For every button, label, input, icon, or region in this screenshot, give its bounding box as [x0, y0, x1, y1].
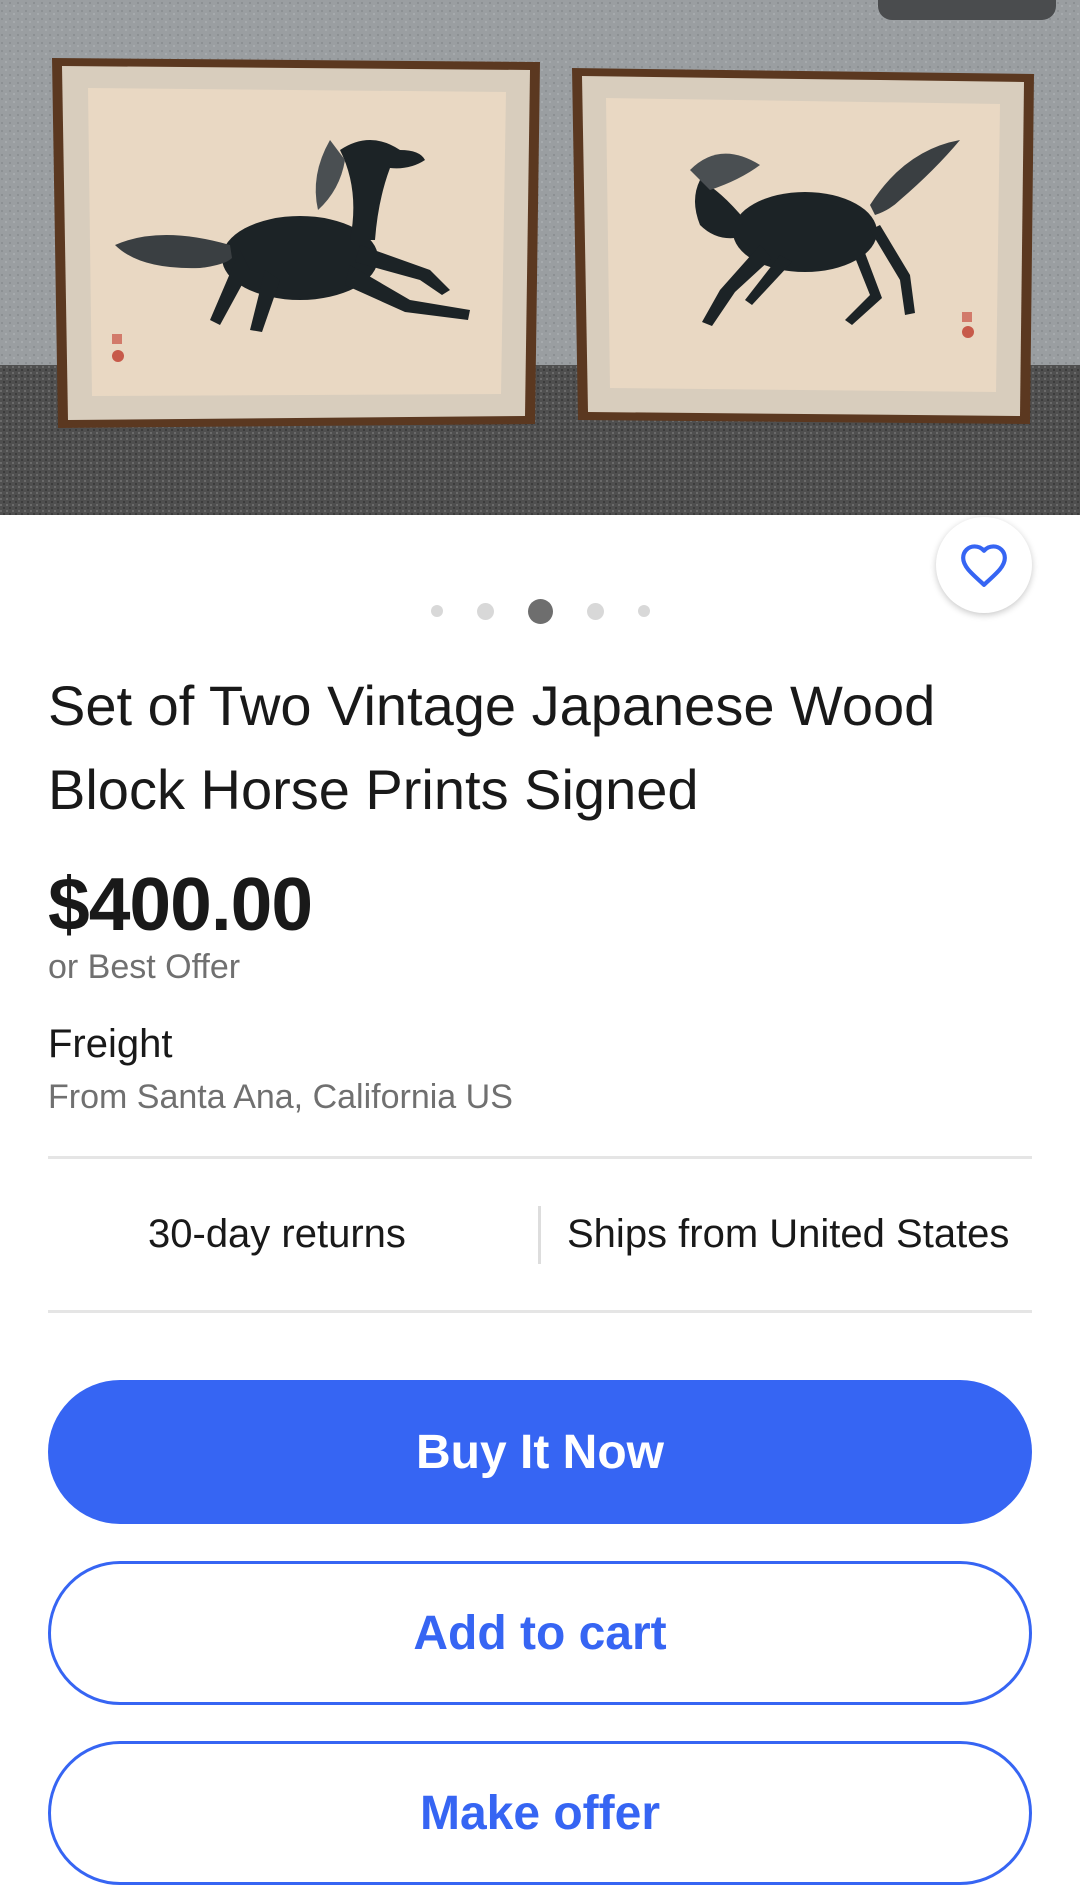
carousel-dot-active[interactable]	[527, 598, 553, 624]
feature-separator	[538, 1206, 541, 1264]
shipping-method: Freight	[48, 1022, 173, 1066]
divider	[48, 1156, 1032, 1159]
listing-price: $400.00	[48, 862, 313, 946]
listing-photo-image	[0, 0, 1080, 515]
add-to-cart-button[interactable]: Add to cart	[48, 1561, 1032, 1705]
carousel-dot[interactable]	[476, 602, 494, 620]
returns-policy: 30-day returns	[148, 1212, 406, 1256]
make-offer-button[interactable]: Make offer	[48, 1741, 1032, 1885]
carousel-dot[interactable]	[637, 605, 650, 617]
carousel-dot[interactable]	[430, 605, 443, 617]
listing-title: Set of Two Vintage Japanese Wood Block H…	[48, 674, 936, 821]
buy-it-now-button[interactable]: Buy It Now	[48, 1380, 1032, 1524]
listing-photo[interactable]	[0, 0, 1080, 515]
heart-icon	[961, 544, 1007, 587]
carousel-dot[interactable]	[586, 602, 604, 620]
photo-overlay-tab	[878, 0, 1056, 20]
image-carousel-indicator	[0, 598, 1080, 624]
best-offer-note: or Best Offer	[48, 948, 241, 986]
shipping-location: From Santa Ana, California US	[48, 1078, 513, 1116]
ships-from: Ships from United States	[567, 1212, 1010, 1256]
divider	[48, 1310, 1032, 1313]
